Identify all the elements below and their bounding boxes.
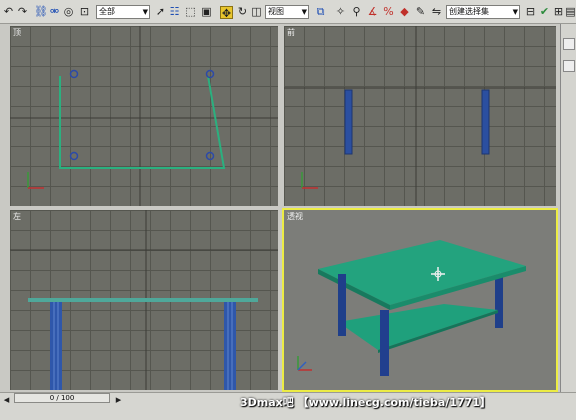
table-leg: [380, 310, 389, 376]
top-viewport-graphics: [10, 26, 278, 206]
percent-snap-icon[interactable]: %: [382, 5, 395, 18]
reference-coordinate-value: 视图: [268, 7, 284, 16]
table-top-side: [28, 298, 258, 302]
time-slider[interactable]: 0 / 100: [14, 393, 110, 403]
selection-filter-value: 全部: [99, 7, 115, 16]
edit-named-selection-icon[interactable]: ✎: [414, 5, 427, 18]
select-and-rotate-icon[interactable]: ↻: [236, 5, 249, 18]
sub-object-icon[interactable]: ⊡: [78, 5, 91, 18]
slider-left-arrow-icon[interactable]: ◂: [0, 393, 13, 406]
snap-toggle-icon[interactable]: ⚲: [350, 5, 363, 18]
time-slider-frame: 0 / 100: [49, 394, 75, 402]
undo-icon[interactable]: ↶: [2, 5, 15, 18]
modify-tab-icon[interactable]: [563, 60, 575, 72]
table-leg: [338, 274, 346, 336]
axis-tripod-icon: [297, 356, 312, 371]
leg-circle: [69, 69, 79, 79]
select-manipulate-icon[interactable]: ✧: [334, 5, 347, 18]
angle-snap-icon[interactable]: ∡: [366, 5, 379, 18]
render-icon[interactable]: ▤: [564, 5, 576, 18]
command-panel[interactable]: [560, 24, 576, 392]
main-toolbar: ↶ ↷ ⛓ ⚮ ◎ ⊡ 全部 ▼ ➚ ☷ ⬚ ▣ ✥ ↻ ◫ 视图 ▼ ⧉ ✧ …: [0, 0, 576, 24]
named-selection-dropdown[interactable]: 创建选择集 ▼: [446, 5, 520, 19]
left-viewport-graphics: [10, 210, 278, 390]
perspective-viewport[interactable]: 透视: [282, 208, 558, 392]
chevron-down-icon: ▼: [512, 8, 518, 16]
table-model: [318, 240, 526, 376]
viewport-area: 顶 前 左 透视: [0, 24, 560, 392]
leg-front: [481, 89, 490, 155]
leg-circle: [69, 151, 79, 161]
spinner-snap-icon[interactable]: ◆: [398, 5, 411, 18]
leg-circle: [205, 69, 215, 79]
chevron-down-icon: ▼: [142, 8, 148, 16]
rectangle-selection-icon[interactable]: ⬚: [184, 5, 197, 18]
align-icon[interactable]: ⊟: [524, 5, 537, 18]
front-viewport-graphics: [284, 26, 556, 206]
window-crossing-icon[interactable]: ▣: [200, 5, 213, 18]
selection-filter-dropdown[interactable]: 全部 ▼: [96, 5, 150, 19]
leg-side: [50, 302, 62, 390]
link-icon[interactable]: ⛓: [34, 5, 48, 18]
curve-editor-icon[interactable]: ✔: [538, 5, 551, 18]
select-by-name-icon[interactable]: ☷: [168, 5, 181, 18]
chevron-down-icon: ▼: [301, 8, 307, 16]
reference-coordinate-dropdown[interactable]: 视图 ▼: [265, 5, 309, 19]
create-tab-icon[interactable]: [563, 38, 575, 50]
pivot-center-icon[interactable]: ⧉: [314, 5, 327, 18]
select-and-scale-icon[interactable]: ◫: [250, 5, 263, 18]
select-object-icon[interactable]: ➚: [154, 5, 167, 18]
front-viewport[interactable]: 前: [284, 26, 556, 206]
mirror-icon[interactable]: ⇋: [430, 5, 443, 18]
lower-shelf: [338, 304, 498, 350]
table-leg: [495, 276, 503, 328]
table-top: [318, 240, 526, 305]
watermark-text: 3Dmax吧 【www.linecg.com/tieba/1771】: [240, 396, 491, 409]
unlink-icon[interactable]: ⚮: [48, 5, 61, 18]
top-viewport[interactable]: 顶: [10, 26, 278, 206]
perspective-viewport-graphics: [297, 240, 526, 376]
leg-side: [224, 302, 236, 390]
axis-tripod-icon: [301, 172, 318, 189]
table-top-outline: [59, 75, 226, 169]
named-selection-value: 创建选择集: [449, 7, 489, 16]
bind-space-warp-icon[interactable]: ◎: [62, 5, 75, 18]
leg-front: [344, 89, 353, 155]
slider-right-arrow-icon[interactable]: ▸: [112, 393, 125, 406]
axis-tripod-icon: [27, 172, 44, 189]
leg-circle: [205, 151, 215, 161]
left-viewport[interactable]: 左: [10, 210, 278, 390]
select-and-move-icon[interactable]: ✥: [220, 6, 233, 20]
redo-icon[interactable]: ↷: [16, 5, 29, 18]
